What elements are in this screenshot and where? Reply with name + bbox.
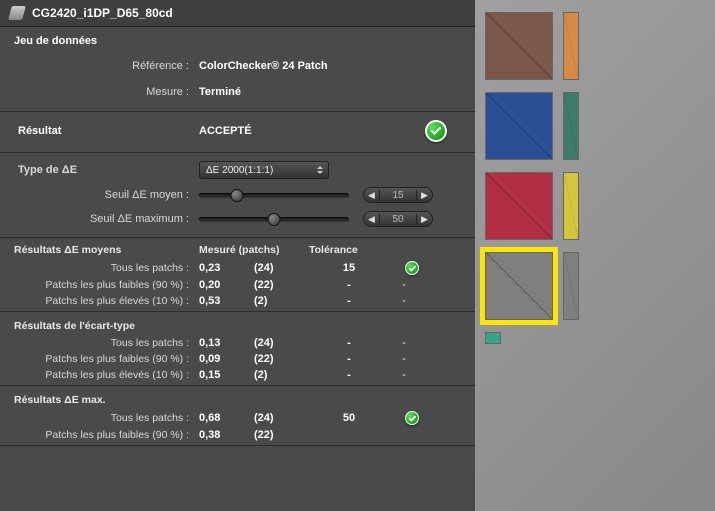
group-title: Résultats ΔE max. xyxy=(14,394,199,406)
page-title: CG2420_i1DP_D65_80cd xyxy=(32,6,173,20)
table-row: Patchs les plus faibles (90 %) : 0,38 (2… xyxy=(0,427,475,443)
col-tolerance: Tolérance xyxy=(309,244,389,256)
mean-threshold-label: Seuil ΔE moyen : xyxy=(14,189,199,201)
max-decrement-button[interactable]: ◀ xyxy=(364,214,380,225)
color-patch[interactable] xyxy=(563,12,579,80)
table-row: Patchs les plus élevés (10 %) : 0,53 (2)… xyxy=(0,293,475,309)
mean-threshold-slider[interactable] xyxy=(199,193,349,198)
mean-threshold-stepper[interactable]: ◀ 15 ▶ xyxy=(363,187,433,203)
table-row: Patchs les plus faibles (90 %) : 0,09 (2… xyxy=(0,351,475,367)
reference-label: Référence : xyxy=(14,60,199,72)
mean-decrement-button[interactable]: ◀ xyxy=(364,190,380,201)
color-patch[interactable] xyxy=(485,12,553,80)
deltae-type-select[interactable]: ΔE 2000(1:1:1) xyxy=(199,161,329,179)
group-title: Résultats de l'écart-type xyxy=(14,320,199,332)
color-patch[interactable] xyxy=(563,172,579,240)
max-increment-button[interactable]: ▶ xyxy=(416,214,432,225)
table-row: Patchs les plus faibles (90 %) : 0,20 (2… xyxy=(0,277,475,293)
color-patch[interactable] xyxy=(485,332,501,344)
max-threshold-stepper[interactable]: ◀ 50 ▶ xyxy=(363,211,433,227)
result-section: Résultat ACCEPTÉ xyxy=(0,112,475,153)
group-title: Résultats ΔE moyens xyxy=(14,244,199,256)
color-patch[interactable] xyxy=(485,92,553,160)
table-row: Tous les patchs : 0,13 (24) - - xyxy=(0,335,475,351)
title-bar: CG2420_i1DP_D65_80cd xyxy=(0,0,475,27)
result-label: Résultat xyxy=(14,125,199,137)
color-patch[interactable] xyxy=(563,252,579,320)
dataset-header: Jeu de données xyxy=(14,35,461,47)
reference-value: ColorChecker® 24 Patch xyxy=(199,60,461,72)
check-icon xyxy=(405,411,419,425)
dataset-section: Jeu de données Référence : ColorChecker®… xyxy=(0,27,475,112)
deltae-type-section: Type de ΔE ΔE 2000(1:1:1) Seuil ΔE moyen… xyxy=(0,153,475,238)
table-row: Patchs les plus élevés (10 %) : 0,15 (2)… xyxy=(0,367,475,383)
color-patch[interactable] xyxy=(563,92,579,160)
deltae-type-value: ΔE 2000(1:1:1) xyxy=(206,165,273,176)
table-row: Tous les patchs : 0,23 (24) 15 xyxy=(0,259,475,277)
mean-increment-button[interactable]: ▶ xyxy=(416,190,432,201)
patch-panel xyxy=(475,0,715,511)
max-threshold-value: 50 xyxy=(380,214,416,225)
check-icon xyxy=(425,120,447,142)
color-patch[interactable] xyxy=(485,252,553,320)
max-threshold-label: Seuil ΔE maximum : xyxy=(14,213,199,225)
max-threshold-slider[interactable] xyxy=(199,217,349,222)
measure-value: Terminé xyxy=(199,86,461,98)
measure-label: Mesure : xyxy=(14,86,199,98)
check-icon xyxy=(405,261,419,275)
deltae-type-label: Type de ΔE xyxy=(14,164,199,176)
col-measured: Mesuré (patchs) xyxy=(199,244,309,256)
profile-icon xyxy=(8,6,26,20)
table-row: Tous les patchs : 0,68 (24) 50 xyxy=(0,409,475,427)
mean-threshold-value: 15 xyxy=(380,190,416,201)
color-patch[interactable] xyxy=(485,172,553,240)
result-value: ACCEPTÉ xyxy=(199,125,425,137)
